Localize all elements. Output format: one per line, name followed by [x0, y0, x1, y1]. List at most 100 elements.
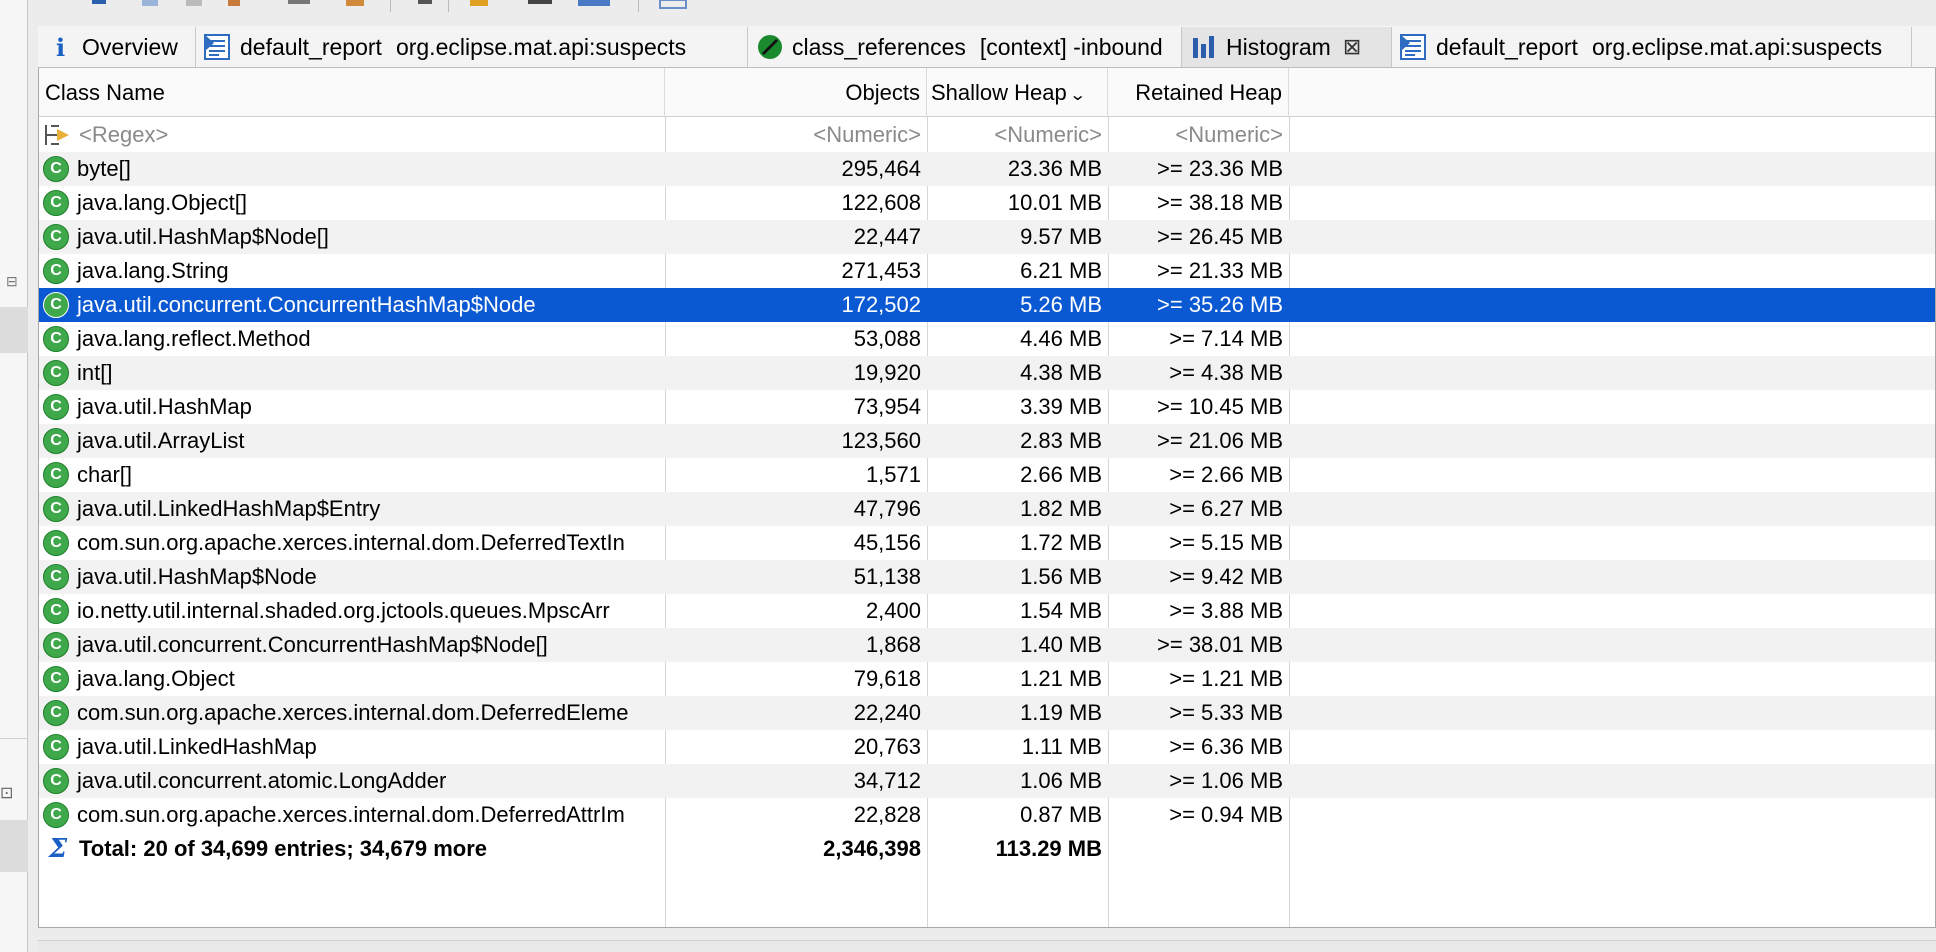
table-row[interactable]: Cbyte[] 295,464 23.36 MB >= 23.36 MB — [39, 152, 1935, 186]
retained-heap-value: >= 35.26 MB — [1157, 292, 1283, 317]
regex-filter-input[interactable]: <Regex> — [79, 118, 168, 152]
shallow-heap-value: 2.66 MB — [1020, 462, 1102, 487]
retained-heap-value: >= 0.94 MB — [1169, 802, 1283, 827]
table-row[interactable]: Cjava.lang.Object 79,618 1.21 MB >= 1.21 MB — [39, 662, 1935, 696]
tab-label: Histogram — [1226, 33, 1331, 60]
retained-heap-value: >= 38.01 MB — [1157, 632, 1283, 657]
class-name: java.util.LinkedHashMap$Entry — [77, 496, 381, 521]
shallow-heap-value: 1.72 MB — [1020, 530, 1102, 555]
class-name: java.lang.Object — [77, 666, 235, 691]
numeric-filter-objects[interactable]: <Numeric> — [665, 118, 927, 152]
table-row[interactable]: Cjava.lang.Object[] 122,608 10.01 MB >= 38.… — [39, 186, 1935, 220]
left-panel-selection — [0, 307, 28, 353]
table-row[interactable]: Cchar[] 1,571 2.66 MB >= 2.66 MB — [39, 458, 1935, 492]
table-row[interactable]: Cjava.lang.String 271,453 6.21 MB >= 21.33 … — [39, 254, 1935, 288]
panel-icon[interactable]: ⊡ — [0, 783, 13, 803]
left-panel-strip: ⊟ ⊡ — [0, 0, 28, 952]
column-header-class-name[interactable]: Class Name — [39, 68, 665, 117]
table-row[interactable]: Cjava.util.LinkedHashMap$Entry 47,796 1.82… — [39, 492, 1935, 526]
table-row[interactable]: Cjava.util.ArrayList 123,560 2.83 MB >= 21.… — [39, 424, 1935, 458]
table-row[interactable]: Cjava.util.HashMap 73,954 3.39 MB >= 10.45 … — [39, 390, 1935, 424]
table-row[interactable]: Cjava.util.HashMap$Node[] 22,447 9.57 MB >=… — [39, 220, 1935, 254]
column-header-shallow-heap[interactable]: Shallow Heap ⌄ — [927, 68, 1108, 117]
class-name: java.lang.String — [77, 258, 229, 283]
table-row[interactable]: Cjava.util.concurrent.ConcurrentHashMap$… — [39, 628, 1935, 662]
toolbar-query-icon — [346, 0, 364, 6]
table-row[interactable]: Cint[] 19,920 4.38 MB >= 4.38 MB — [39, 356, 1935, 390]
retained-heap-value: >= 6.36 MB — [1169, 734, 1283, 759]
class-name: com.sun.org.apache.xerces.internal.dom.D… — [77, 802, 625, 827]
table-row[interactable]: Cjava.util.LinkedHashMap 20,763 1.11 MB >= … — [39, 730, 1935, 764]
objects-count: 53,088 — [853, 326, 921, 351]
class-name: java.util.HashMap — [77, 394, 252, 419]
tab-subtitle: org.eclipse.mat.api:suspects — [1591, 33, 1883, 60]
toolbar-edit-icon — [288, 0, 310, 4]
column-header-objects[interactable]: Objects — [665, 68, 927, 117]
histogram-icon — [1190, 33, 1218, 61]
shallow-heap-value: 1.19 MB — [1020, 700, 1102, 725]
shallow-heap-value: 1.21 MB — [1020, 666, 1102, 691]
toolbar-export-icon — [578, 0, 610, 6]
objects-count: 122,608 — [841, 190, 921, 215]
class-name: java.lang.reflect.Method — [77, 326, 311, 351]
total-row[interactable]: Σ Total: 20 of 34,699 entries; 34,679 mor… — [39, 832, 1935, 866]
sort-descending-icon: ⌄ — [1068, 87, 1087, 104]
numeric-filter-shallow[interactable]: <Numeric> — [927, 118, 1108, 152]
numeric-filter-retained[interactable]: <Numeric> — [1108, 118, 1289, 152]
retained-heap-value: >= 1.21 MB — [1169, 666, 1283, 691]
class-icon: C — [43, 156, 69, 182]
class-icon: C — [43, 224, 69, 250]
shallow-heap-value: 1.54 MB — [1020, 598, 1102, 623]
class-icon: C — [43, 700, 69, 726]
table-row[interactable]: Ccom.sun.org.apache.xerces.internal.dom.… — [39, 696, 1935, 730]
class-icon: C — [43, 258, 69, 284]
table-row[interactable]: Ccom.sun.org.apache.xerces.internal.dom.… — [39, 526, 1935, 560]
objects-count: 47,796 — [853, 496, 921, 521]
toolbar-group-icon — [470, 0, 488, 6]
query-icon — [756, 33, 784, 61]
class-icon: C — [43, 360, 69, 386]
class-name: java.lang.Object[] — [77, 190, 247, 215]
class-icon: C — [43, 768, 69, 794]
class-name: java.util.ArrayList — [77, 428, 245, 453]
objects-count: 123,560 — [841, 428, 921, 453]
toolbar-separator — [390, 0, 391, 12]
objects-count: 45,156 — [853, 530, 921, 555]
retained-heap-value: >= 38.18 MB — [1157, 190, 1283, 215]
class-icon: C — [43, 326, 69, 352]
column-header-retained-heap[interactable]: Retained Heap — [1108, 68, 1289, 117]
tab-class-references[interactable]: class_references [context] -inbound — [748, 27, 1182, 67]
total-objects: 2,346,398 — [823, 836, 921, 861]
tab-default-report[interactable]: default_report org.eclipse.mat.api:suspe… — [196, 27, 748, 67]
shallow-heap-value: 5.26 MB — [1020, 292, 1102, 317]
close-icon[interactable]: ⊠ — [1343, 34, 1361, 60]
class-icon: C — [43, 666, 69, 692]
tab-default-report-2[interactable]: default_report org.eclipse.mat.api:suspe… — [1392, 27, 1912, 67]
retained-heap-value: >= 7.14 MB — [1169, 326, 1283, 351]
table-row[interactable]: Cjava.util.concurrent.ConcurrentHashMap$… — [39, 288, 1935, 322]
objects-count: 172,502 — [841, 292, 921, 317]
table-row[interactable]: Ccom.sun.org.apache.xerces.internal.dom.… — [39, 798, 1935, 832]
shallow-heap-value: 2.83 MB — [1020, 428, 1102, 453]
class-icon: C — [43, 802, 69, 828]
table-row[interactable]: Cio.netty.util.internal.shaded.org.jctoo… — [39, 594, 1935, 628]
tab-histogram[interactable]: Histogram ⊠ — [1182, 27, 1392, 67]
objects-count: 73,954 — [853, 394, 921, 419]
table-row[interactable]: Cjava.util.HashMap$Node 51,138 1.56 MB >= 9… — [39, 560, 1935, 594]
svg-text:i: i — [56, 34, 65, 60]
table-row[interactable]: Cjava.util.concurrent.atomic.LongAdder 34… — [39, 764, 1935, 798]
retained-heap-value: >= 5.15 MB — [1169, 530, 1283, 555]
class-name: java.util.LinkedHashMap — [77, 734, 317, 759]
class-icon: C — [43, 462, 69, 488]
class-name: java.util.HashMap$Node[] — [77, 224, 329, 249]
tab-overview[interactable]: i Overview — [38, 27, 196, 67]
objects-count: 51,138 — [853, 564, 921, 589]
left-panel-selection-2 — [0, 820, 28, 872]
class-name: java.util.concurrent.ConcurrentHashMap$N… — [77, 632, 548, 657]
table-row[interactable]: Cjava.lang.reflect.Method 53,088 4.46 MB >=… — [39, 322, 1935, 356]
class-icon: C — [43, 564, 69, 590]
column-header-label: Class Name — [45, 80, 165, 105]
collapse-icon[interactable]: ⊟ — [6, 273, 18, 290]
retained-heap-value: >= 21.06 MB — [1157, 428, 1283, 453]
class-icon: C — [43, 632, 69, 658]
